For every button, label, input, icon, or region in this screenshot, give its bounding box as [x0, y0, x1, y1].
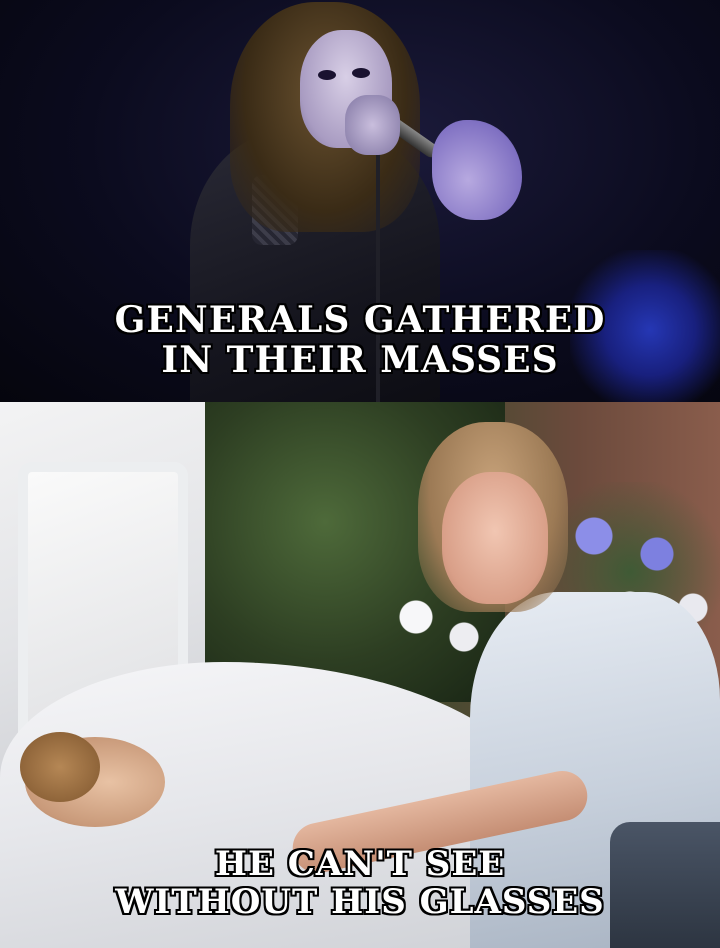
bottom-caption: HE CAN'T SEE WITHOUT HIS GLASSES [0, 845, 720, 921]
crying-girl-face [442, 472, 548, 604]
boy-hair [20, 732, 100, 802]
top-caption: GENERALS GATHERED IN THEIR MASSES [0, 300, 720, 381]
singer-right-eye [352, 68, 370, 78]
top-caption-line-1: GENERALS GATHERED [114, 299, 606, 341]
bottom-caption-line-1: HE CAN'T SEE [214, 844, 506, 884]
top-caption-line-2: IN THEIR MASSES [161, 339, 559, 382]
bottom-caption-line-2: WITHOUT HIS GLASSES [115, 882, 605, 923]
meme-image: GENERALS GATHERED IN THEIR MASSES HE CAN… [0, 0, 720, 948]
singer-open-hand [432, 120, 522, 220]
singer-mic-hand [345, 95, 400, 155]
singer-left-eye [318, 70, 336, 80]
